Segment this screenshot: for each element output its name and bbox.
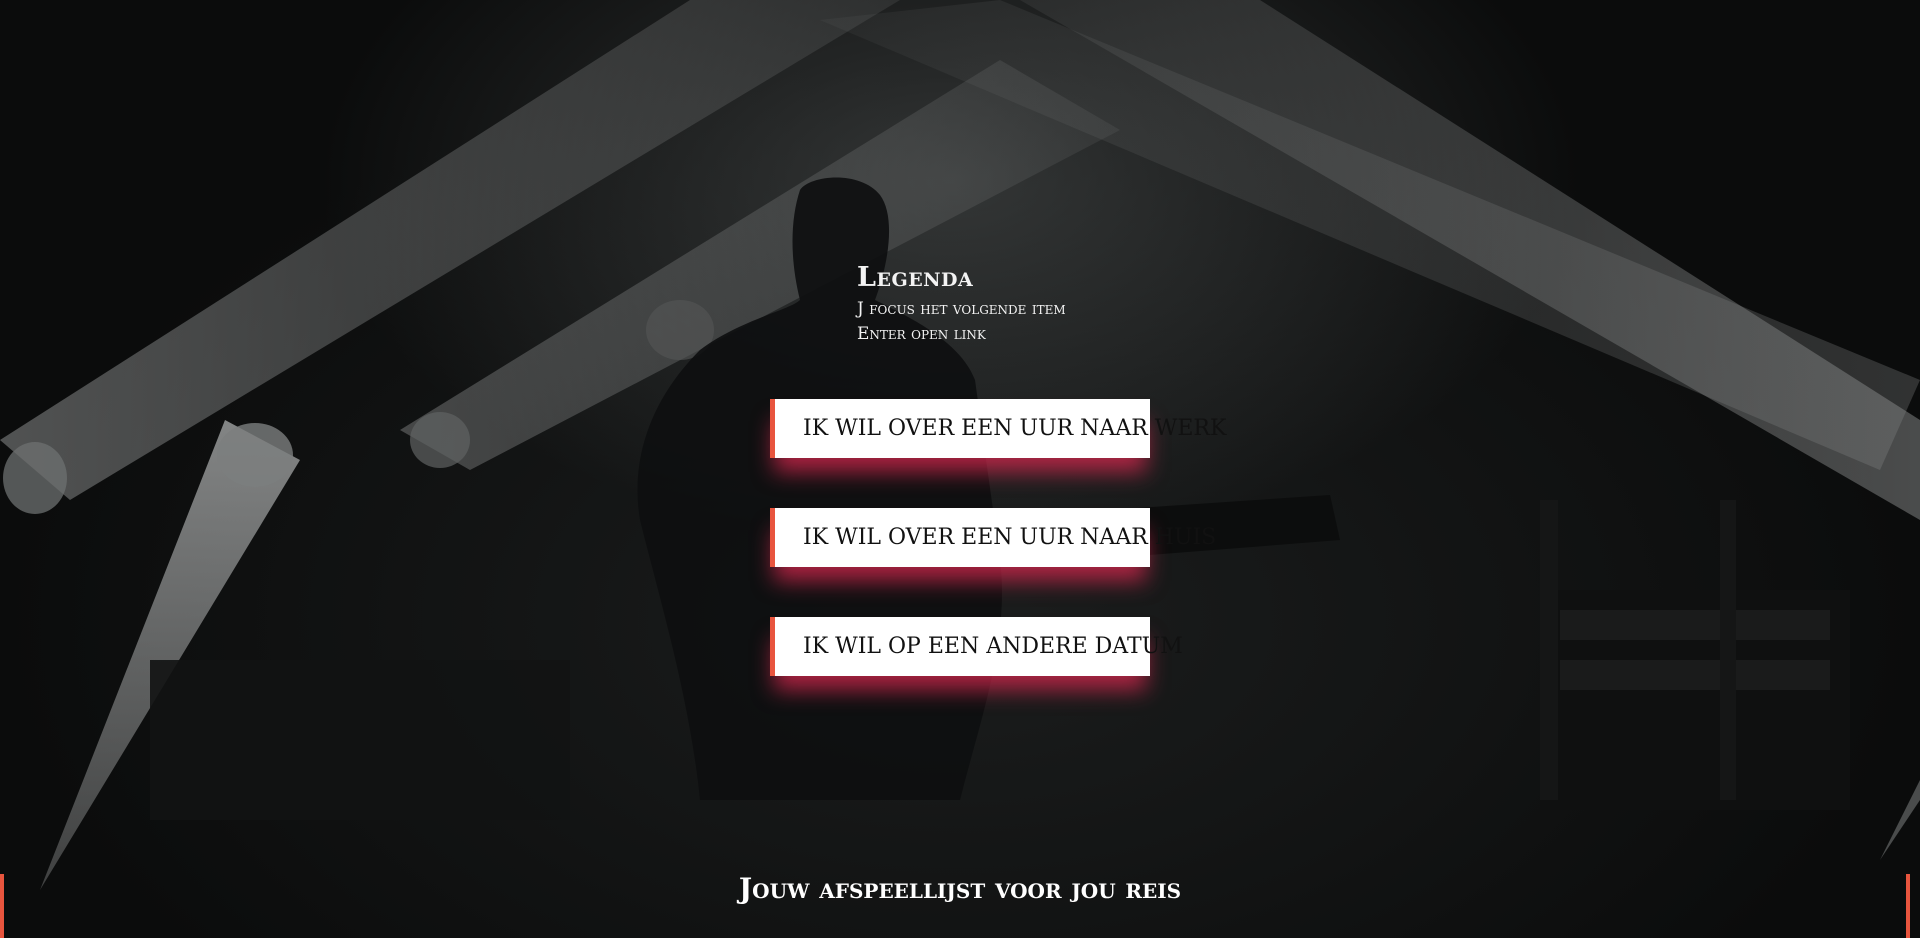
option-other-date-button[interactable]: IK WIL OP EEN ANDERE DATUM — [770, 617, 1183, 676]
option-home-in-one-hour-button[interactable]: IK WIL OVER EEN UUR NAAR HUIS — [770, 508, 1216, 567]
legend-shortcut-next: J focus het volgende item — [857, 299, 1066, 319]
page: Legenda J focus het volgende item Enter … — [0, 0, 1920, 938]
trip-options: IK WIL OVER EEN UUR NAAR WERK IK WIL OVE… — [770, 399, 1226, 726]
option-work-in-one-hour-button[interactable]: IK WIL OVER EEN UUR NAAR WERK — [770, 399, 1226, 458]
playlist-heading: Jouw afspeellijst voor jou reis — [738, 872, 1182, 905]
accent-bar-left — [0, 874, 4, 938]
legend-shortcut-open: Enter open link — [857, 324, 986, 344]
accent-bar-right — [1906, 874, 1910, 938]
legend: Legenda J focus het volgende item Enter … — [857, 262, 1066, 347]
legend-title: Legenda — [857, 262, 974, 293]
